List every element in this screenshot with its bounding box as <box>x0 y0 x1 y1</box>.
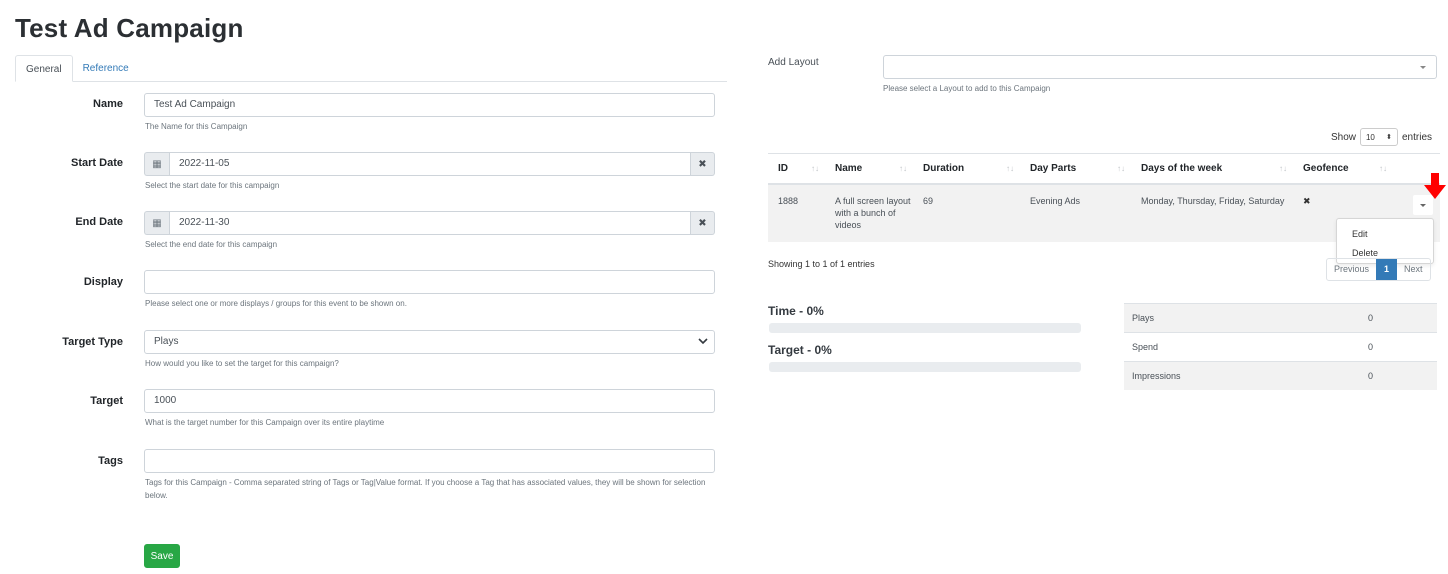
column-title: Duration <box>923 163 965 174</box>
name-input[interactable]: Test Ad Campaign <box>144 93 715 117</box>
sort-icon: ↑↓ <box>811 164 819 173</box>
start-date-help: Select the start date for this campaign <box>145 181 280 190</box>
start-date-group: ▦ 2022-11-05 ✖ <box>144 152 715 176</box>
stat-row-impressions: Impressions 0 <box>1124 361 1437 390</box>
calendar-icon[interactable]: ▦ <box>144 152 169 176</box>
stat-row-plays: Plays 0 <box>1124 303 1437 332</box>
entries-value: 10 <box>1365 132 1375 142</box>
column-header-days-of-week[interactable]: Days of the week ↑↓ <box>1131 154 1293 183</box>
start-date-input[interactable]: 2022-11-05 <box>169 152 691 176</box>
show-label: Show <box>1330 131 1356 143</box>
entries-select[interactable]: 10 ⬍ <box>1359 128 1398 146</box>
sort-icon: ↑↓ <box>1379 164 1387 173</box>
target-label: Target <box>90 395 123 407</box>
clear-start-date-icon[interactable]: ✖ <box>691 152 715 176</box>
name-help: The Name for this Campaign <box>145 122 248 131</box>
cell-day-parts: Evening Ads <box>1030 196 1081 206</box>
red-arrow-annotation-icon <box>1424 173 1446 199</box>
menu-item-edit[interactable]: Edit <box>1337 225 1433 244</box>
sort-icon: ↑↓ <box>1117 164 1125 173</box>
sort-spinner-icon: ⬍ <box>1386 134 1392 141</box>
display-help: Please select one or more displays / gro… <box>145 299 407 308</box>
column-title: ID <box>778 163 788 174</box>
caret-down-icon <box>1420 204 1426 207</box>
cell-name: A full screen layout with a bunch of vid… <box>835 196 911 230</box>
tags-help: Tags for this Campaign - Comma separated… <box>145 478 706 500</box>
caret-down-icon <box>1420 66 1426 69</box>
stat-value: 0 <box>1368 313 1374 323</box>
sort-icon: ↑↓ <box>1279 164 1287 173</box>
tab-general[interactable]: General <box>15 55 73 82</box>
save-button[interactable]: Save <box>144 544 180 568</box>
tab-reference[interactable]: Reference <box>73 55 139 82</box>
tab-bar: General Reference <box>15 55 727 82</box>
stat-label: Impressions <box>1132 371 1181 381</box>
table-header: ID ↑↓ Name ↑↓ Duration ↑↓ Day Parts ↑↓ Days … <box>768 153 1440 185</box>
display-input[interactable] <box>144 270 715 294</box>
target-progress-bar <box>769 362 1081 372</box>
end-date-label: End Date <box>75 216 123 228</box>
end-date-group: ▦ 2022-11-30 ✖ <box>144 211 715 235</box>
time-progress-label: Time - 0% <box>768 304 824 318</box>
table-info: Showing 1 to 1 of 1 entries <box>768 259 875 269</box>
cell-duration: 69 <box>923 196 934 206</box>
column-header-duration[interactable]: Duration ↑↓ <box>913 154 1020 183</box>
stat-row-spend: Spend 0 <box>1124 332 1437 361</box>
tags-input[interactable] <box>144 449 715 473</box>
cell-id: 1888 <box>778 196 799 206</box>
time-progress-bar <box>769 323 1081 333</box>
column-header-name[interactable]: Name ↑↓ <box>825 154 913 183</box>
clear-end-date-icon[interactable]: ✖ <box>691 211 715 235</box>
column-title: Day Parts <box>1030 163 1077 174</box>
add-layout-label: Add Layout <box>768 57 819 68</box>
sort-icon: ↑↓ <box>899 164 907 173</box>
start-date-label: Start Date <box>71 157 123 169</box>
stat-value: 0 <box>1368 371 1374 381</box>
target-type-label: Target Type <box>62 336 123 348</box>
display-label: Display <box>83 276 123 288</box>
cell-days-of-week: Monday, Thursday, Friday, Saturday <box>1141 196 1285 206</box>
entries-length-control: Show 10 ⬍ entries <box>1331 128 1432 146</box>
target-type-help: How would you like to set the target for… <box>145 359 339 368</box>
end-date-input[interactable]: 2022-11-30 <box>169 211 691 235</box>
add-layout-select[interactable] <box>883 55 1437 79</box>
add-layout-help: Please select a Layout to add to this Ca… <box>883 84 1051 93</box>
column-title: Name <box>835 163 863 174</box>
target-progress-label: Target - 0% <box>768 343 832 357</box>
target-input[interactable]: 1000 <box>144 389 715 413</box>
sort-icon: ↑↓ <box>1006 164 1014 173</box>
column-header-id[interactable]: ID ↑↓ <box>768 154 825 183</box>
tags-label: Tags <box>98 455 123 467</box>
pagination-page-1[interactable]: 1 <box>1376 259 1398 280</box>
stat-label: Plays <box>1132 313 1155 323</box>
target-help: What is the target number for this Campa… <box>145 418 385 427</box>
chevron-down-icon <box>698 338 708 345</box>
page-title: Test Ad Campaign <box>15 13 244 43</box>
campaign-stats-table: Plays 0 Spend 0 Impressions 0 <box>1124 303 1437 390</box>
name-label: Name <box>93 98 123 110</box>
stat-value: 0 <box>1368 342 1374 352</box>
pagination-next[interactable]: Next <box>1397 259 1430 280</box>
pagination: Previous 1 Next <box>1326 258 1431 281</box>
target-type-value: Plays <box>154 336 179 347</box>
target-type-select[interactable]: Plays <box>144 330 715 354</box>
column-title: Days of the week <box>1141 163 1223 174</box>
calendar-icon[interactable]: ▦ <box>144 211 169 235</box>
stat-label: Spend <box>1132 342 1159 352</box>
entries-label: entries <box>1401 131 1432 143</box>
column-title: Geofence <box>1303 163 1349 174</box>
end-date-help: Select the end date for this campaign <box>145 240 278 249</box>
pagination-previous[interactable]: Previous <box>1327 259 1376 280</box>
column-header-geofence[interactable]: Geofence ↑↓ <box>1293 154 1393 183</box>
column-header-day-parts[interactable]: Day Parts ↑↓ <box>1020 154 1131 183</box>
